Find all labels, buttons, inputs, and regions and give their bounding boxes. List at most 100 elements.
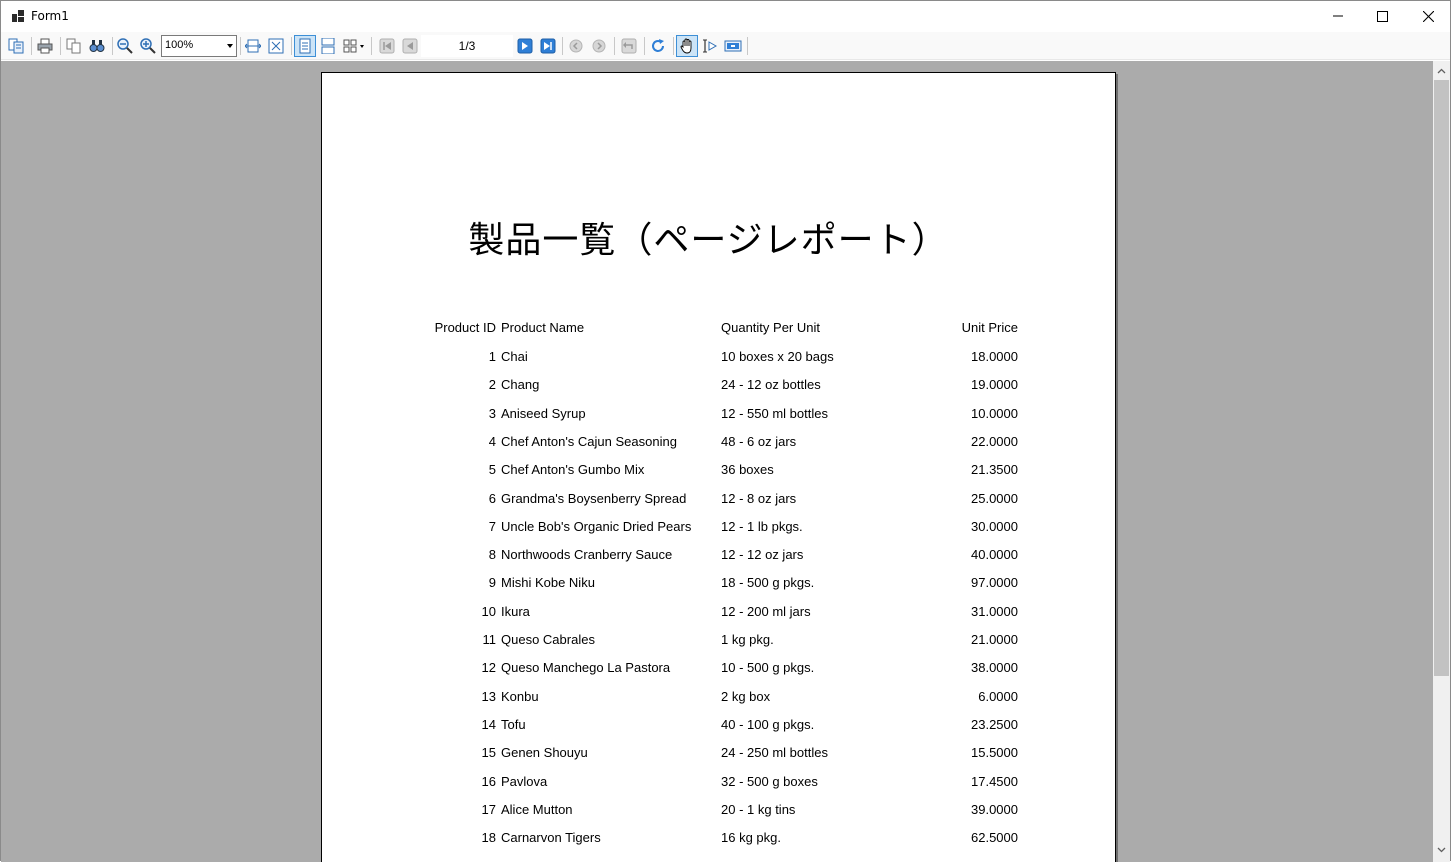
- cell-quantity: 10 boxes x 20 bags: [721, 349, 834, 364]
- cell-product-name: Uncle Bob's Organic Dried Pears: [501, 519, 692, 534]
- cell-product-name: Queso Cabrales: [501, 632, 595, 647]
- zoom-select[interactable]: 100%: [161, 35, 237, 57]
- maximize-button[interactable]: [1359, 1, 1405, 31]
- snapshot-button[interactable]: [722, 35, 744, 57]
- column-header-unit-price: Unit Price: [961, 320, 1018, 335]
- cell-product-id: 3: [488, 406, 496, 421]
- cell-quantity: 2 kg box: [721, 689, 771, 704]
- table-of-contents-icon: [8, 38, 24, 54]
- copy-button[interactable]: [63, 35, 85, 57]
- report-page: 製品一覧（ページレポート） Product ID Product Name Qu…: [321, 72, 1116, 862]
- scroll-up-icon[interactable]: [1437, 67, 1446, 76]
- back-to-parent-button[interactable]: [618, 35, 640, 57]
- cell-unit-price: 21.0000: [971, 632, 1018, 647]
- back-button[interactable]: [565, 35, 587, 57]
- cell-product-name: Genen Shouyu: [501, 745, 588, 760]
- cell-unit-price: 22.0000: [971, 434, 1018, 449]
- print-button[interactable]: [34, 35, 56, 57]
- previous-page-icon: [402, 38, 418, 54]
- last-page-button[interactable]: [537, 35, 559, 57]
- cell-product-id: 1: [488, 349, 496, 364]
- cell-unit-price: 19.0000: [971, 377, 1018, 392]
- next-page-button[interactable]: [514, 35, 536, 57]
- app-icon: [12, 10, 24, 22]
- cell-unit-price: 18.0000: [971, 349, 1018, 364]
- cell-quantity: 48 - 6 oz jars: [721, 434, 797, 449]
- cell-product-id: 13: [481, 689, 496, 704]
- fit-page-button[interactable]: [265, 35, 287, 57]
- toc-button[interactable]: [5, 35, 27, 57]
- selection-mode-button[interactable]: [699, 35, 721, 57]
- cell-quantity: 12 - 12 oz jars: [721, 547, 804, 562]
- title-bar: Form1: [1, 1, 1450, 32]
- app-window: Form1 100% 1/3 製品一覧（ページレポート） Product ID …: [0, 0, 1451, 862]
- cell-product-id: 12: [481, 660, 496, 675]
- cell-unit-price: 21.3500: [971, 462, 1018, 477]
- forward-icon: [592, 39, 606, 53]
- cell-product-id: 16: [481, 774, 496, 789]
- copy-icon: [66, 38, 81, 54]
- single-page-button[interactable]: [294, 35, 316, 57]
- cell-quantity: 20 - 1 kg tins: [721, 802, 796, 817]
- multi-page-button[interactable]: [341, 35, 367, 57]
- cell-product-name: Chang: [501, 377, 540, 392]
- printer-icon: [37, 38, 53, 54]
- cell-product-name: Chai: [501, 349, 528, 364]
- fit-width-button[interactable]: [242, 35, 264, 57]
- zoom-out-button[interactable]: [114, 35, 136, 57]
- first-page-button[interactable]: [376, 35, 398, 57]
- forward-button[interactable]: [588, 35, 610, 57]
- cell-quantity: 10 - 500 g pkgs.: [721, 660, 815, 675]
- cell-product-name: Chef Anton's Cajun Seasoning: [501, 434, 677, 449]
- text-select-icon: [703, 39, 718, 53]
- cell-unit-price: 39.0000: [971, 802, 1018, 817]
- refresh-button[interactable]: [647, 35, 669, 57]
- close-button[interactable]: [1405, 1, 1451, 31]
- cell-product-name: Aniseed Syrup: [501, 406, 586, 421]
- snapshot-icon: [724, 40, 742, 52]
- cell-product-id: 17: [481, 802, 496, 817]
- cell-product-name: Northwoods Cranberry Sauce: [501, 547, 673, 562]
- cell-product-name: Konbu: [501, 689, 539, 704]
- scroll-down-icon[interactable]: [1437, 845, 1446, 854]
- first-page-icon: [379, 38, 395, 54]
- zoom-value: 100%: [165, 39, 194, 51]
- cell-product-id: 14: [481, 717, 496, 732]
- minimize-icon: [1333, 15, 1343, 17]
- cell-product-name: Alice Mutton: [501, 802, 573, 817]
- report-viewport[interactable]: 製品一覧（ページレポート） Product ID Product Name Qu…: [1, 61, 1433, 862]
- cell-product-id: 15: [481, 745, 496, 760]
- column-header-product-id: Product ID: [434, 320, 496, 335]
- cell-product-id: 6: [488, 491, 496, 506]
- cell-product-name: Queso Manchego La Pastora: [501, 660, 671, 675]
- zoom-in-button[interactable]: [137, 35, 159, 57]
- column-header-product-name: Product Name: [501, 320, 585, 335]
- hand-icon: [680, 38, 692, 54]
- fit-page-icon: [268, 38, 284, 54]
- cell-quantity: 12 - 1 lb pkgs.: [721, 519, 803, 534]
- minimize-button[interactable]: [1315, 1, 1361, 31]
- find-button[interactable]: [86, 35, 108, 57]
- cell-unit-price: 25.0000: [971, 491, 1018, 506]
- cell-unit-price: 38.0000: [971, 660, 1018, 675]
- previous-page-button[interactable]: [399, 35, 421, 57]
- cell-unit-price: 31.0000: [971, 604, 1018, 619]
- cell-product-id: 4: [488, 434, 496, 449]
- continuous-pages-icon: [321, 38, 335, 54]
- cell-unit-price: 30.0000: [971, 519, 1018, 534]
- cell-unit-price: 6.0000: [978, 689, 1018, 704]
- single-page-icon: [299, 38, 311, 54]
- page-number-field[interactable]: 1/3: [421, 35, 513, 57]
- next-page-icon: [517, 38, 533, 54]
- continuous-page-button[interactable]: [317, 35, 339, 57]
- cell-product-name: Tofu: [501, 717, 526, 732]
- cell-quantity: 18 - 500 g pkgs.: [721, 575, 815, 590]
- report-title: 製品一覧（ページレポート）: [468, 220, 949, 261]
- cell-product-name: Carnarvon Tigers: [501, 830, 601, 845]
- chevron-down-icon: [227, 44, 233, 48]
- scrollbar-thumb[interactable]: [1434, 80, 1449, 676]
- cell-product-id: 18: [481, 830, 496, 845]
- pan-mode-button[interactable]: [676, 35, 698, 57]
- vertical-scrollbar[interactable]: [1433, 61, 1450, 862]
- refresh-icon: [652, 39, 664, 52]
